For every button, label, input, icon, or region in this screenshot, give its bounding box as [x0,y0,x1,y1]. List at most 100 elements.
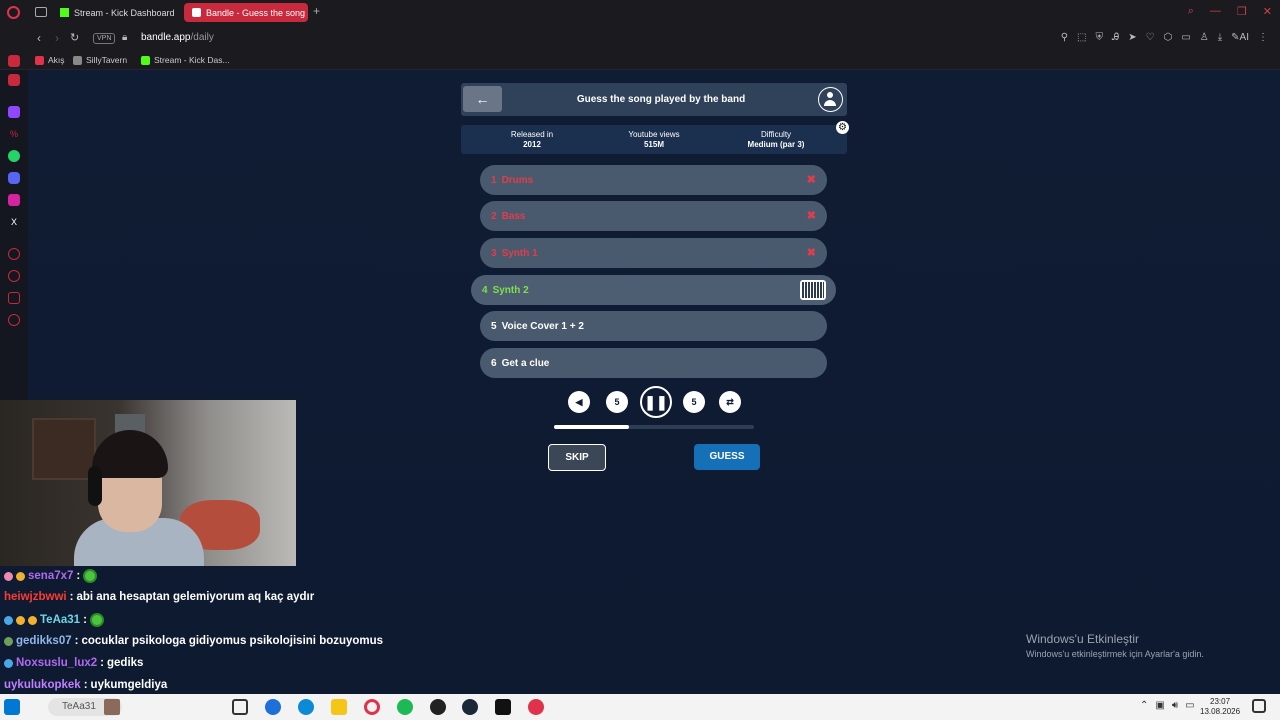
discord-icon[interactable] [8,172,20,184]
rewind-5-button[interactable]: 5 [606,391,628,413]
tab-kick-dashboard[interactable]: Stream - Kick Dashboard [52,3,180,22]
edge-icon[interactable] [298,699,314,715]
bookmark-kick[interactable]: Stream - Kick Das... [141,55,230,65]
user-profile-icon[interactable] [818,87,843,112]
workspaces-icon[interactable] [35,7,47,17]
info-label: Released in [510,130,554,139]
back-icon[interactable]: ‹ [37,31,41,45]
badge-icon [4,658,13,668]
notifications-icon[interactable] [1252,699,1266,713]
new-tab-button[interactable]: + [313,4,320,18]
send-icon[interactable]: ➤ [1128,32,1136,43]
maximize-icon[interactable]: ❐ [1237,5,1247,18]
steam-icon[interactable] [462,699,478,715]
failed-x-icon: ✖ [806,174,816,186]
windows-taskbar: TeAa31 [0,694,1280,720]
close-icon[interactable]: ✕ [1263,5,1272,18]
task-view-icon[interactable] [232,699,248,715]
gear-icon[interactable]: ⚙ [836,121,849,134]
file-explorer-icon[interactable] [331,699,347,715]
heart-icon[interactable]: ♡ [1146,32,1155,43]
akis-favicon-icon [35,55,44,65]
shield-icon[interactable]: ⛨ [1096,32,1104,43]
pin-icon[interactable]: ⚲ [1061,32,1068,43]
bookmark-akis[interactable]: Akış [35,55,65,65]
skip-button[interactable]: SKIP [548,444,606,471]
instagram-icon[interactable] [8,194,20,206]
obs-icon[interactable] [430,699,446,715]
instrument-row-synth1[interactable]: 3 Synth 1 ✖ [480,238,827,268]
epic-games-icon[interactable] [495,699,511,715]
kick-favicon-icon [141,55,150,65]
back-button[interactable]: ← [463,86,502,112]
minimize-icon[interactable]: — [1210,5,1221,18]
address-bar[interactable]: bandle.app/daily [141,32,214,43]
taskbar-clock[interactable]: 23:07 13.08.2026 [1200,697,1240,717]
opera-icon[interactable] [364,699,380,715]
x-icon[interactable]: X [8,216,20,228]
wallet-icon[interactable]: ▭ [1181,32,1190,43]
translate-icon[interactable]: Ꭿ [1112,32,1119,43]
battery-icon[interactable]: ▭ [1185,700,1194,711]
start-icon[interactable] [4,699,20,715]
settings-icon[interactable] [8,314,20,326]
speaker-icon[interactable]: 🔊︎ [1172,700,1178,711]
info-label: Difficulty [760,130,792,139]
search-thumbnail-icon [104,699,120,715]
profile-icon[interactable]: ♙ [1200,32,1209,43]
chat-message: TeAa31 : [4,613,104,627]
forward-5-button[interactable]: 5 [683,391,705,413]
snapshot-icon[interactable]: ⬚ [1077,32,1086,43]
clock-time: 23:07 [1210,697,1231,706]
bandle-favicon-icon [192,8,201,17]
bookmark-label: Stream - Kick Das... [154,55,230,65]
copilot-icon[interactable] [265,699,281,715]
guess-button[interactable]: GUESS [694,444,760,470]
player-icon[interactable] [8,248,20,260]
spotify-icon[interactable] [397,699,413,715]
vpn-badge[interactable]: VPN [93,33,116,44]
info-views: Youtube views 515M [599,130,709,150]
opera-logo-icon[interactable] [7,6,20,19]
webcam-poster [32,418,96,480]
instrument-row-clue[interactable]: 6 Get a clue [480,348,827,378]
badge-icon [4,615,13,625]
playback-progress-bar[interactable] [554,425,754,429]
instrument-row-synth2[interactable]: 4 Synth 2 [471,275,836,305]
search-tabs-icon[interactable]: ⌕ [1188,5,1194,18]
chat-username: Noxsuslu_lux2 [16,657,98,669]
rewind-label: 5 [614,397,620,407]
twitch-icon[interactable] [8,106,20,118]
browser-tab-bar: Stream - Kick Dashboard Bandle - Guess t… [0,0,1280,25]
piano-icon [800,280,826,300]
webcam-hair [92,430,168,478]
aria-icon[interactable] [8,55,20,67]
media-player-icon[interactable] [528,699,544,715]
pause-icon: ❚❚ [644,394,668,410]
forward-icon[interactable]: › [55,31,59,45]
pause-button[interactable]: ❚❚ [640,386,672,418]
ai-icon[interactable]: ✎AI [1231,32,1249,43]
menu-icon[interactable]: ⋮ [1258,32,1268,43]
instrument-row-drums[interactable]: 1 Drums ✖ [480,165,827,195]
network-icon[interactable]: ▣ [1155,700,1164,711]
history-icon[interactable] [8,270,20,282]
bookmark-sillytavern[interactable]: SillyTavern [73,55,127,65]
reload-icon[interactable]: ↻ [70,31,79,44]
extensions-sidebar-icon[interactable] [8,292,20,304]
chevron-up-icon[interactable]: ⌃ [1140,700,1148,711]
messenger-icon[interactable] [8,74,20,86]
instrument-row-voice[interactable]: 5 Voice Cover 1 + 2 [480,311,827,341]
tab-bandle[interactable]: Bandle - Guess the song [184,3,308,22]
info-value: Medium (par 3) [747,140,805,149]
extensions-icon[interactable]: ⬡ [1164,32,1173,43]
whatsapp-icon[interactable] [8,150,20,162]
download-icon[interactable]: ⤓ [1218,32,1222,43]
shuffle-off-icon[interactable]: ⇄ [719,391,741,413]
instrument-row-bass[interactable]: 2 Bass ✖ [480,201,827,231]
volume-icon[interactable]: ◀ [568,391,590,413]
lock-icon[interactable]: 🔒︎ [122,32,127,43]
percent-icon[interactable]: % [8,128,20,140]
badge-icon [16,615,25,625]
emote-icon [89,613,104,627]
